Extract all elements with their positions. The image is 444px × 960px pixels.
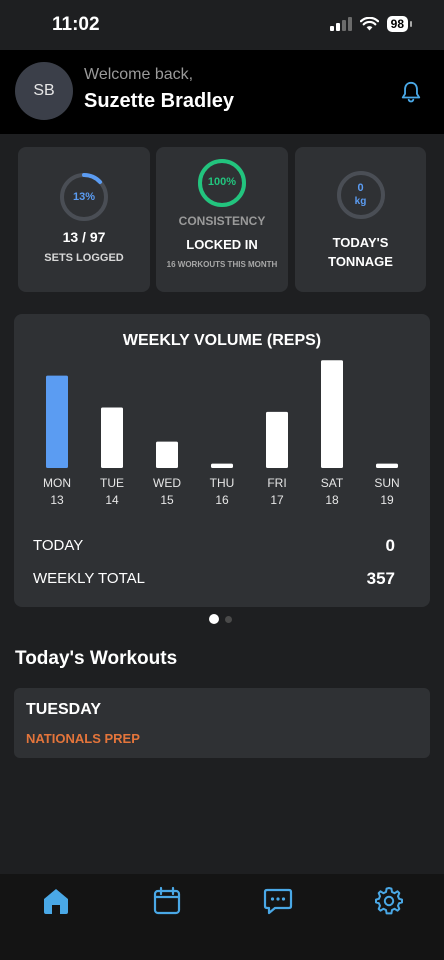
bar-wed[interactable] (156, 441, 178, 468)
avatar[interactable]: SB (15, 62, 73, 120)
bar-chart: MON 13 TUE 14 WED 15 THU 16 FRI 17 SAT 18 SUN 19 (43, 360, 400, 507)
header: SB Welcome back, Suzette Bradley (0, 50, 444, 134)
day-label-wed: WED (153, 476, 181, 490)
bar-sun[interactable] (376, 463, 398, 468)
workouts-section-title: Today's Workouts (15, 648, 178, 669)
date-label-16: 16 (215, 493, 229, 507)
welcome-text: Welcome back, (84, 66, 194, 83)
weekly-total-value: 357 (366, 569, 395, 588)
tonnage-value: 0 (357, 182, 364, 194)
page-dot-active[interactable] (209, 614, 219, 624)
consistency-label: CONSISTENCY (178, 214, 266, 228)
tab-bar (0, 874, 444, 960)
date-label-15: 15 (160, 493, 174, 507)
today-label: TODAY (33, 537, 84, 554)
date-label-17: 17 (270, 493, 284, 507)
wifi-icon (359, 17, 379, 31)
workout-day: TUESDAY (26, 701, 101, 718)
sets-label: SETS LOGGED (44, 252, 124, 264)
workout-card[interactable]: TUESDAY NATIONALS PREP (14, 688, 430, 758)
day-label-sun: SUN (374, 476, 399, 490)
date-label-13: 13 (50, 493, 64, 507)
tonnage-card[interactable]: 0 kg TODAY'S TONNAGE (295, 147, 426, 292)
consistency-subtitle: 16 WORKOUTS THIS MONTH (166, 260, 278, 269)
today-value: 0 (385, 536, 395, 555)
tonnage-unit: kg (354, 196, 367, 207)
date-label-14: 14 (105, 493, 119, 507)
consistency-status: LOCKED IN (186, 237, 258, 252)
status-time: 11:02 (52, 14, 100, 35)
day-label-sat: SAT (321, 476, 344, 490)
weekly-total-label: WEEKLY TOTAL (33, 570, 145, 587)
sets-card[interactable]: 13% 13 / 97 SETS LOGGED (18, 147, 150, 292)
status-icons: 98 (329, 16, 413, 32)
consistency-card[interactable]: 100% CONSISTENCY LOCKED IN 16 WORKOUTS T… (156, 147, 288, 292)
sets-percent: 13% (72, 191, 96, 203)
weekly-volume-chart[interactable]: WEEKLY VOLUME (REPS) MON 13 TUE 14 WED 15 THU 1… (14, 314, 430, 607)
status-bar: 11:02 98 (0, 0, 444, 50)
day-label-tue: TUE (100, 476, 124, 490)
page-indicator[interactable] (209, 614, 232, 624)
workout-name: NATIONALS PREP (26, 731, 140, 746)
bar-thu[interactable] (211, 463, 233, 468)
date-label-19: 19 (380, 493, 394, 507)
bar-tue[interactable] (101, 407, 123, 469)
day-label-fri: FRI (267, 476, 286, 490)
day-label-mon: MON (43, 476, 71, 490)
consistency-percent: 100% (207, 176, 237, 188)
calendar-icon[interactable] (152, 886, 182, 916)
page-dot[interactable] (225, 615, 232, 623)
user-name: Suzette Bradley (84, 90, 235, 112)
chat-icon[interactable] (263, 886, 293, 916)
day-label-thu: THU (210, 476, 235, 490)
tonnage-label: TODAY'S TONNAGE (328, 235, 393, 269)
battery-indicator: 98 (386, 16, 413, 32)
bar-mon[interactable] (46, 375, 68, 468)
home-icon[interactable] (41, 886, 71, 916)
signal-icon (329, 17, 352, 31)
settings-icon[interactable] (374, 886, 404, 916)
sets-count: 13 / 97 (62, 229, 106, 245)
date-label-18: 18 (325, 493, 339, 507)
bar-sat[interactable] (321, 360, 343, 468)
bell-icon[interactable] (400, 80, 422, 104)
tonnage-progress-ring (336, 171, 385, 219)
bar-fri[interactable] (266, 411, 288, 468)
